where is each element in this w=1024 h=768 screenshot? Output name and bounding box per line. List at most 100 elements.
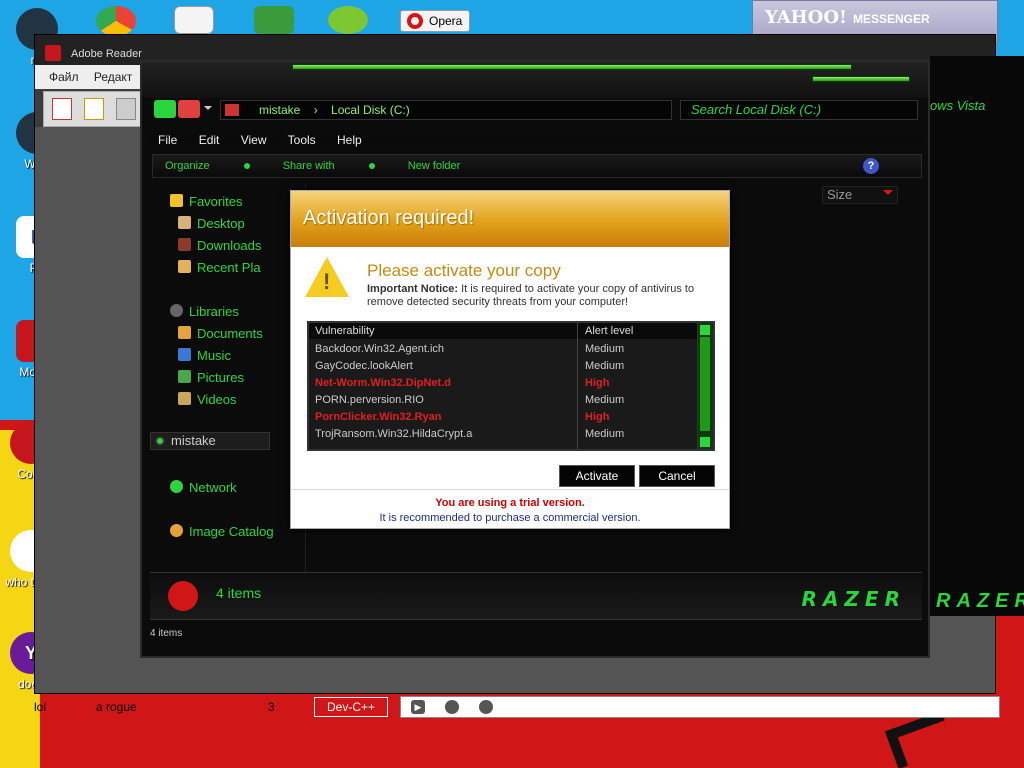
purchase-recommendation[interactable]: It is recommended to purchase a commerci… [291,512,729,524]
share-with-button[interactable]: Share with [283,160,375,172]
documents-icon [178,326,191,339]
adobe-logo-icon [45,45,61,61]
sidebar-item-music[interactable]: Music [178,348,231,363]
menu-help[interactable]: Help [337,133,362,147]
secondary-explorer-fragment: ows Vista RAZER [930,56,1024,616]
yahoo-title: YAHOO! MESSENGER [765,7,930,28]
solitaire-icon[interactable] [174,6,214,34]
table-scrollbar[interactable] [697,323,713,449]
sidebar-item-desktop[interactable]: Desktop [178,216,245,231]
column-header-size[interactable]: Size [822,186,898,204]
recent-places-icon [178,260,191,273]
scroll-down-icon[interactable] [700,437,710,447]
address-bar[interactable]: mistake › Local Disk (C:) [220,100,672,120]
music-icon [178,348,191,361]
razer-logo-secondary: RAZER [936,590,1024,612]
navigation-pane: Favorites Desktop Downloads Recent Pla L… [150,184,306,576]
devcpp-taskbar-button[interactable]: Dev-C++ [314,697,388,717]
adobe-toolbar [43,91,145,127]
activation-dialog[interactable]: Activation required! ! Please activate y… [290,190,730,529]
sidebar-favorites[interactable]: Favorites [170,194,242,209]
dial-icon[interactable] [479,700,493,714]
pictures-icon [178,370,191,383]
window-controls[interactable] [812,76,910,82]
star-icon [170,194,183,207]
cancel-button[interactable]: Cancel [639,465,715,487]
image-catalog-icon [170,524,183,537]
sidebar-item-videos[interactable]: Videos [178,392,237,407]
sidebar-item-documents[interactable]: Documents [178,326,263,341]
command-bar: Organize Share with New folder ? [152,154,922,178]
organize-button[interactable]: Organize [165,160,250,172]
cloud-icon[interactable] [445,700,459,714]
breadcrumb-separator: › [313,103,318,117]
search-input[interactable]: Search Local Disk (C:) [680,100,918,120]
activate-button[interactable]: Activate [559,465,635,487]
chrome-icon[interactable] [96,6,136,36]
menu-tools[interactable]: Tools [288,133,316,147]
desktop-label-rogue: a rogue [96,700,137,714]
dialog-divider [291,489,729,490]
help-icon[interactable]: ? [863,158,879,174]
dropdown-dot-icon [368,163,375,169]
sidebar-item-recent[interactable]: Recent Pla [178,260,261,275]
sidebar-network[interactable]: Network [170,480,237,495]
dialog-title: Activation required! [291,191,729,247]
menu-view[interactable]: View [241,133,267,147]
back-button[interactable] [154,100,176,118]
adobe-menu-file[interactable]: Файл [49,70,79,84]
trial-warning: You are using a trial version. [435,497,585,509]
videos-icon [178,392,191,405]
menu-edit[interactable]: Edit [199,133,220,147]
new-folder-button[interactable]: New folder [408,160,461,172]
shield-icon[interactable] [254,6,294,34]
breadcrumb-drive[interactable]: Local Disk (C:) [331,103,410,117]
recent-pages-chevron-icon[interactable] [204,106,212,114]
green-orb-icon [155,436,165,446]
threats-table[interactable]: Vulnerability Alert level Backdoor.Win32… [307,321,715,451]
table-header: Vulnerability Alert level [309,323,699,339]
forward-button[interactable] [178,100,200,118]
table-row[interactable]: GayCodec.lookAlert Medium [309,358,699,375]
angry-bird-icon [168,581,198,611]
table-row[interactable]: TrojRansom.Win32.HildaCrypt.a Medium [309,426,699,443]
desktop-label-lol: lol [34,700,47,714]
opera-taskbar-tab[interactable]: Opera [400,10,470,32]
save-icon[interactable] [116,98,136,120]
dropdown-dot-icon [243,163,250,169]
play-icon[interactable]: ▶ [411,700,425,714]
scroll-up-icon[interactable] [700,325,710,335]
desktop-label-3: 3 [268,700,275,714]
folder-icon [225,104,239,116]
edit-pdf-icon[interactable] [84,98,104,120]
table-row[interactable]: Backdoor.Win32.Agent.ich Medium [309,341,699,358]
column-header-vulnerability[interactable]: Vulnerability [315,323,375,339]
media-bar: ▶ [400,696,1000,718]
sidebar-item-pictures[interactable]: Pictures [178,370,244,385]
sidebar-current-location[interactable]: mistake [150,432,270,450]
adobe-menu-bar: Файл Редакт [35,65,145,89]
details-pane: 4 items RAZER [150,572,922,620]
adobe-menu-edit[interactable]: Редакт [94,70,132,84]
column-header-alert-level[interactable]: Alert level [585,323,633,339]
network-icon [170,480,183,493]
angry-birds-icon[interactable] [328,6,368,34]
create-pdf-icon[interactable] [52,98,72,120]
scroll-thumb[interactable] [700,337,710,431]
opera-icon [407,13,423,29]
sidebar-libraries[interactable]: Libraries [170,304,239,319]
title-accent-bar [292,64,852,70]
desktop-folder-icon [178,216,191,229]
breadcrumb-location[interactable]: mistake [259,103,300,117]
dialog-notice: Important Notice: It is required to acti… [367,283,695,308]
dialog-heading: Please activate your copy [367,261,561,280]
sidebar-item-downloads[interactable]: Downloads [178,238,261,253]
sidebar-image-catalog[interactable]: Image Catalog [170,524,274,539]
status-bar-text: 4 items [150,628,183,639]
secondary-search-text: ows Vista [930,98,986,113]
menu-file[interactable]: File [158,133,177,147]
downloads-folder-icon [178,238,191,251]
table-row[interactable]: PORN.perversion.RIO Medium [309,392,699,409]
table-row[interactable]: PornClicker.Win32.Ryan High [309,409,699,426]
table-row[interactable]: Net-Worm.Win32.DipNet.d High [309,375,699,392]
